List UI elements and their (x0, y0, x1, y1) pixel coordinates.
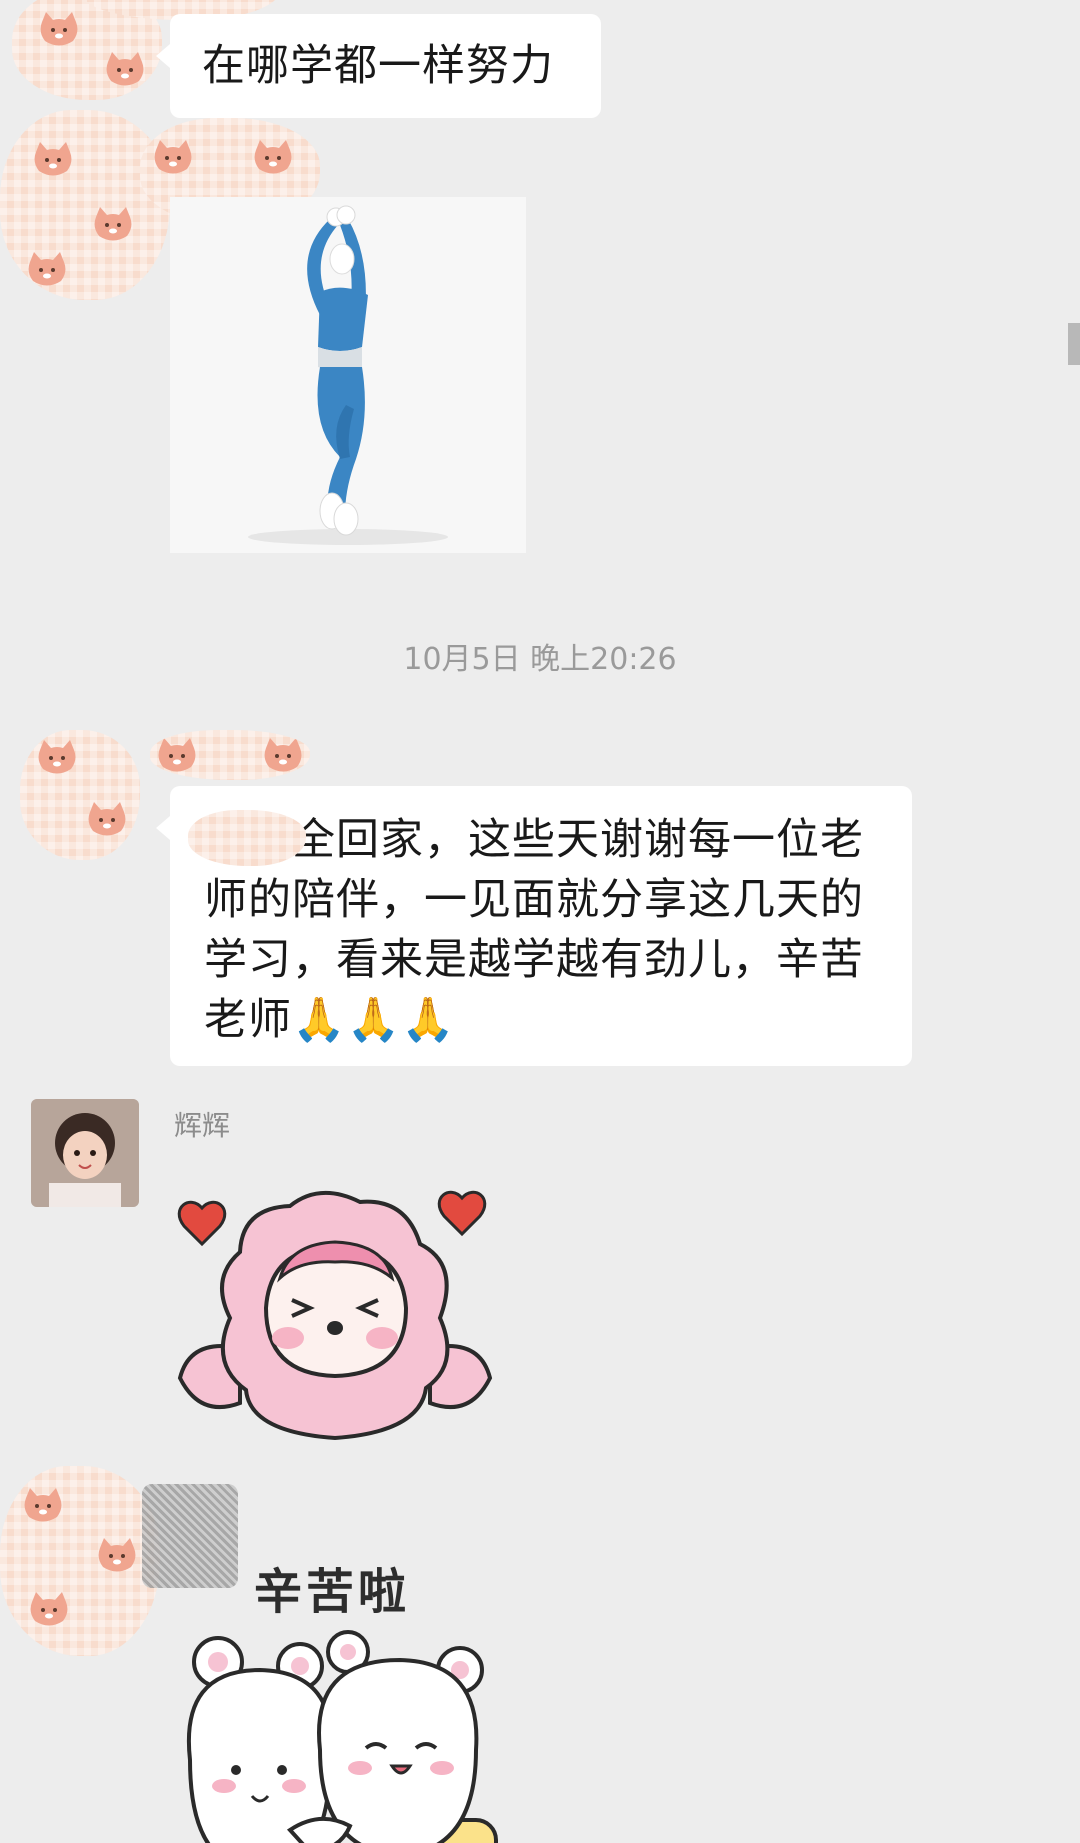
message-bubble[interactable]: 在哪学都一样努力 (156, 14, 601, 118)
scrollbar-thumb[interactable] (1068, 323, 1080, 365)
censored-avatar (20, 730, 140, 860)
censored-mention (188, 810, 306, 866)
censored-name (150, 730, 310, 780)
censored-avatar (0, 1466, 160, 1656)
message-text: 已安全回家，这些天谢谢每一位老师的陪伴，一见面就分享这几天的学习，看来是越学越有… (204, 815, 864, 1045)
pink-sheep-sticker[interactable] (170, 1168, 500, 1448)
message-text: 在哪学都一样努力 (202, 41, 554, 91)
message-bubble[interactable]: 已安全回家，这些天谢谢每一位老师的陪伴，一见面就分享这几天的学习，看来是越学越有… (156, 786, 912, 1066)
dancing-figure-image[interactable] (170, 197, 526, 553)
sticker-caption: 辛苦啦 (254, 1564, 411, 1620)
message-timestamp: 10月5日 晚上20:26 (403, 642, 677, 677)
avatar[interactable] (31, 1099, 139, 1207)
sender-name: 辉辉 (174, 1109, 231, 1142)
censored-avatar (0, 110, 170, 300)
censored-sender-name (142, 1484, 238, 1588)
hugging-bears-sticker[interactable] (170, 1630, 500, 1843)
